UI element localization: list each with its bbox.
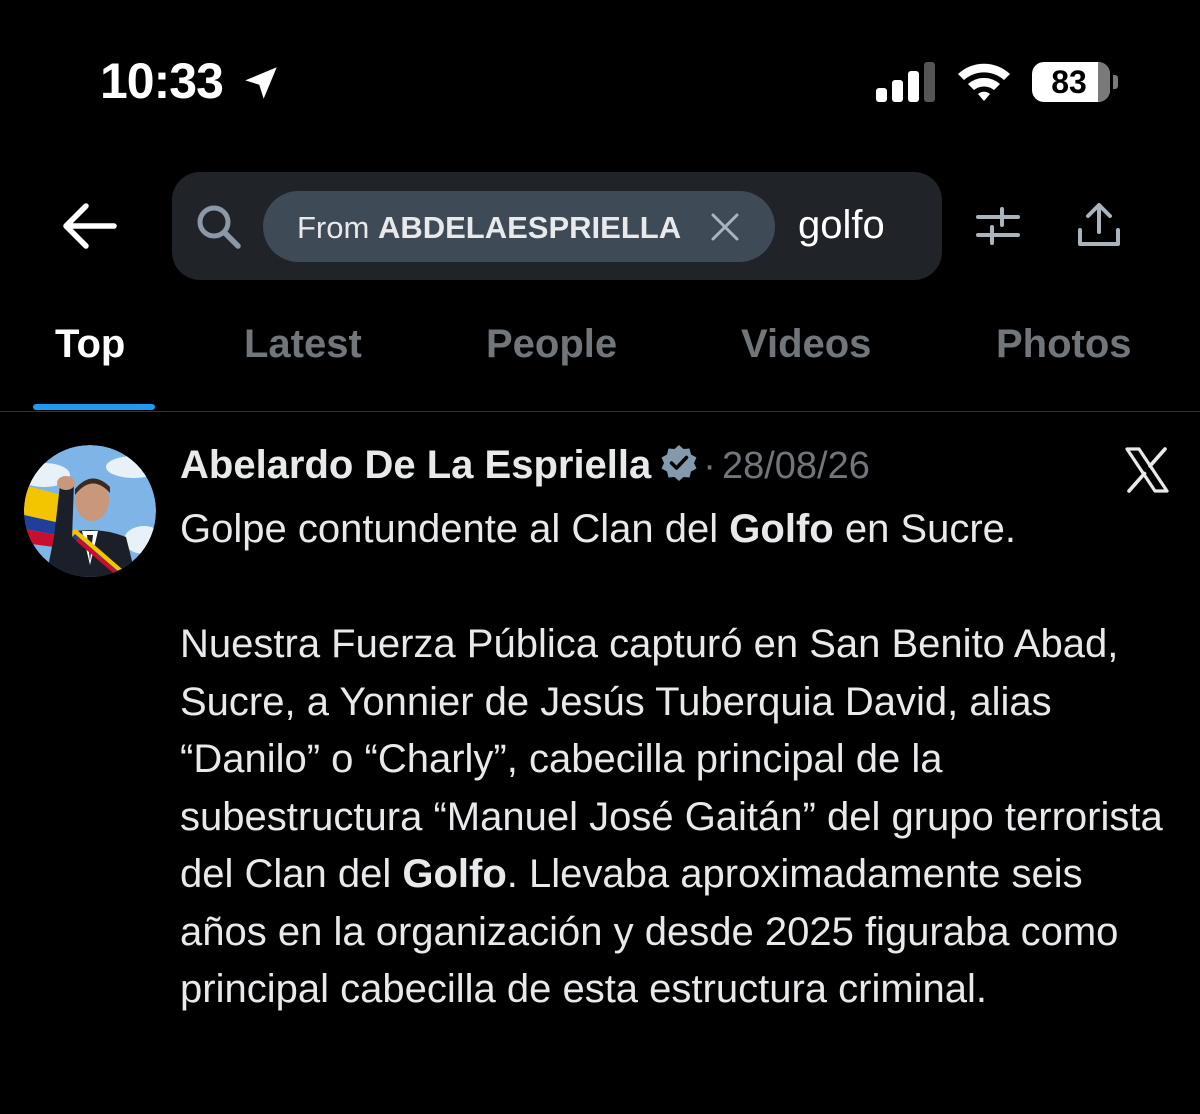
tab-people[interactable]: People bbox=[486, 322, 617, 382]
tweet-text-segment: Golpe contundente al Clan del bbox=[180, 507, 730, 551]
tweet-paragraph-1: Golpe contundente al Clan del Golfo en S… bbox=[180, 501, 1180, 559]
search-input[interactable]: From ABDELAESPRIELLA golfo bbox=[172, 172, 942, 280]
location-arrow-icon bbox=[245, 67, 277, 99]
back-arrow-icon[interactable] bbox=[56, 196, 120, 256]
battery-level: 83 bbox=[1051, 64, 1087, 100]
tweet-paragraph-2: Nuestra Fuerza Pública capturó en San Be… bbox=[180, 616, 1180, 1019]
tab-latest[interactable]: Latest bbox=[244, 322, 362, 382]
tweet[interactable]: Abelardo De La Espriella · 28/08/26 Golpe… bbox=[0, 413, 1200, 1114]
chip-label: From ABDELAESPRIELLA bbox=[297, 210, 681, 246]
tab-videos[interactable]: Videos bbox=[741, 322, 871, 382]
chip-prefix: From bbox=[297, 210, 370, 245]
avatar[interactable] bbox=[24, 445, 156, 577]
battery-cap bbox=[1113, 75, 1118, 89]
cellular-signal-icon bbox=[876, 62, 935, 102]
search-highlight: Golfo bbox=[402, 852, 507, 896]
from-user-chip[interactable]: From ABDELAESPRIELLA bbox=[263, 191, 775, 262]
battery-icon: 83 bbox=[1032, 62, 1118, 102]
close-icon[interactable] bbox=[709, 211, 741, 243]
search-query-text[interactable]: golfo bbox=[798, 203, 885, 248]
search-tabs: Top Latest People Videos Photos bbox=[0, 300, 1200, 412]
header-separator: · bbox=[703, 445, 716, 487]
active-tab-indicator bbox=[33, 404, 155, 410]
wifi-icon bbox=[958, 63, 1010, 101]
share-icon[interactable] bbox=[1074, 200, 1124, 250]
tweet-text-segment: en Sucre. bbox=[833, 507, 1017, 551]
filter-sliders-icon[interactable] bbox=[974, 204, 1022, 248]
search-icon bbox=[197, 205, 241, 249]
status-bar: 10:33 83 bbox=[0, 0, 1200, 160]
search-highlight: Golfo bbox=[729, 507, 834, 551]
tab-top[interactable]: Top bbox=[55, 322, 125, 382]
chip-username: ABDELAESPRIELLA bbox=[377, 210, 682, 245]
status-time: 10:33 bbox=[100, 53, 224, 109]
tweet-date[interactable]: 28/08/26 bbox=[722, 445, 870, 487]
verified-badge-icon bbox=[661, 445, 697, 481]
tab-photos[interactable]: Photos bbox=[996, 322, 1132, 382]
author-name[interactable]: Abelardo De La Espriella bbox=[180, 443, 651, 487]
tweet-header: Abelardo De La Espriella · 28/08/26 bbox=[180, 443, 870, 493]
tweet-text: Golpe contundente al Clan del Golfo en S… bbox=[180, 501, 1180, 1019]
x-logo-icon bbox=[1125, 447, 1169, 493]
